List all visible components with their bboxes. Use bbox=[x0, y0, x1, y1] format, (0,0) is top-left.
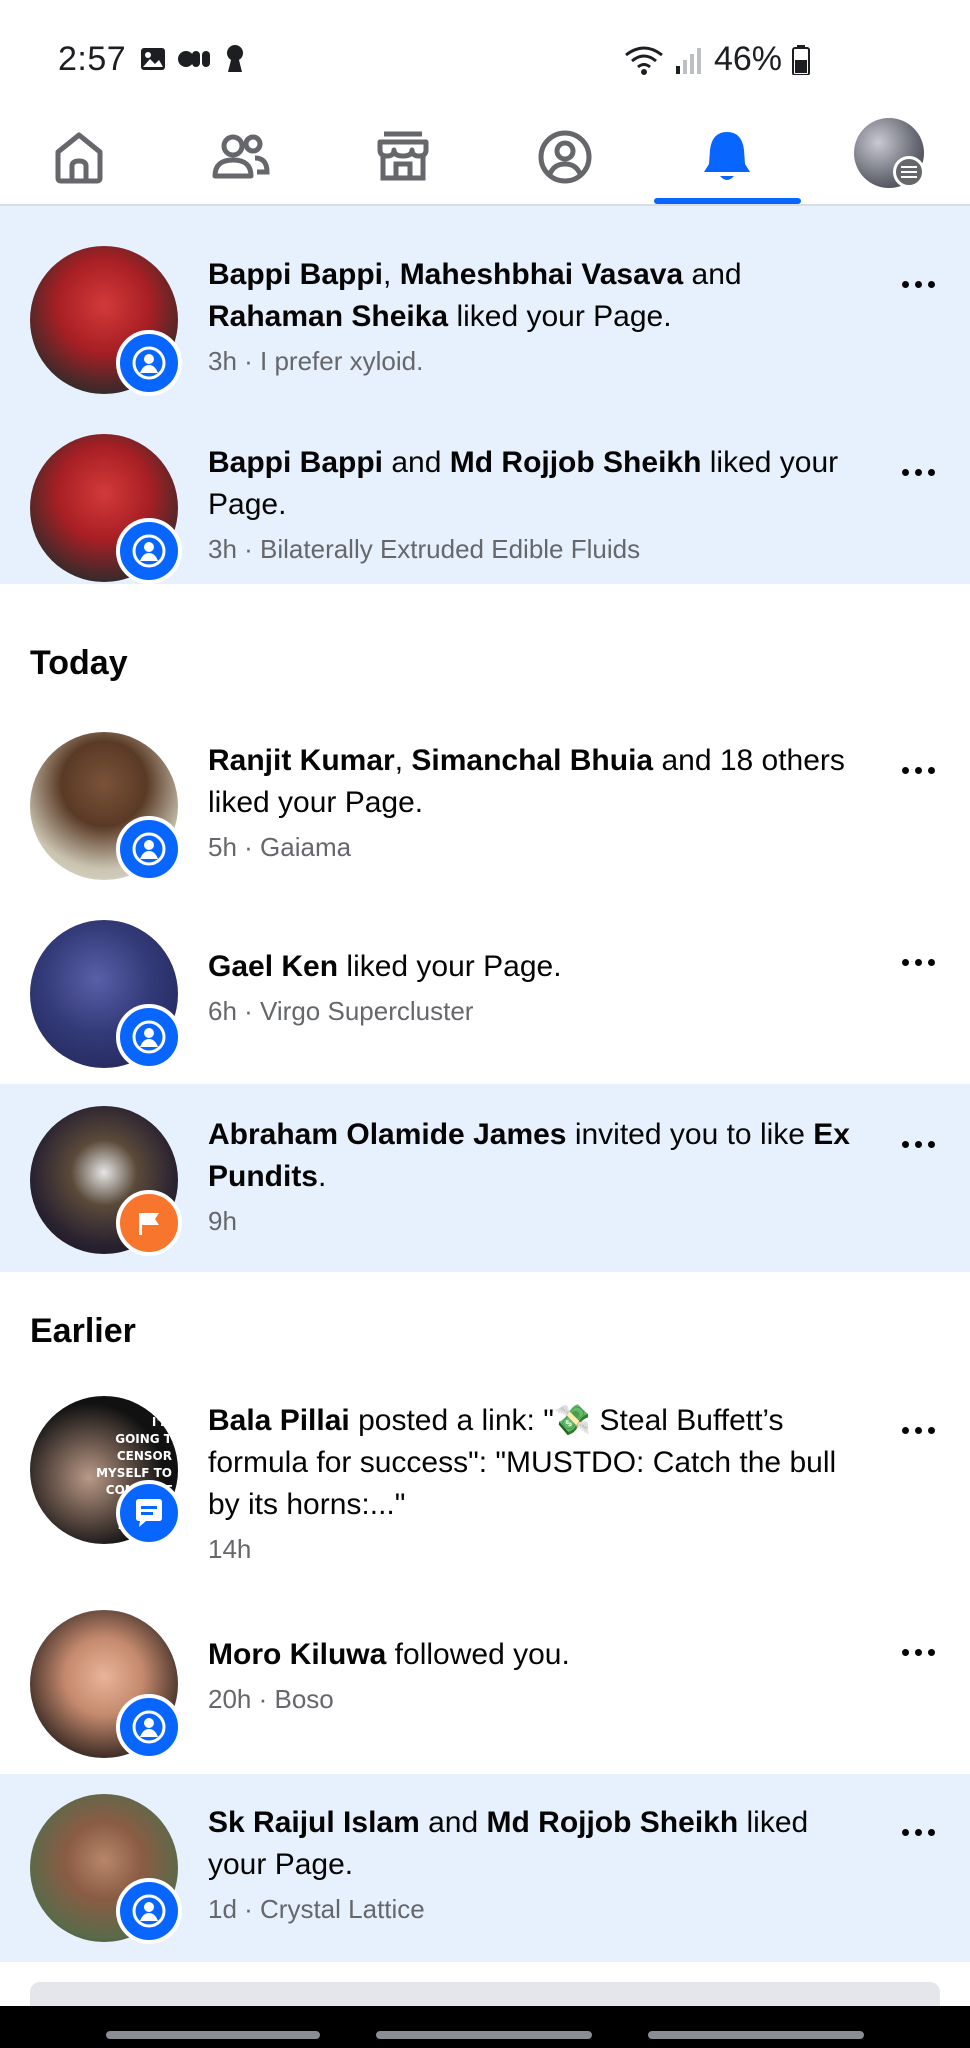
notification-text: Bappi Bappi, Maheshbhai Vasava and Raham… bbox=[208, 254, 868, 338]
home-icon bbox=[55, 132, 103, 184]
notification-meta: 3h · I prefer xyloid. bbox=[208, 346, 424, 376]
notification-text-fragment: and bbox=[419, 1806, 487, 1839]
wifi-icon bbox=[625, 46, 663, 75]
notification-actor-name: Md Rojjob Sheikh bbox=[486, 1806, 739, 1839]
more-options-button[interactable] bbox=[894, 452, 942, 492]
avatar-caption-line: GOING T bbox=[115, 1432, 172, 1446]
see-previous-button[interactable] bbox=[30, 1982, 940, 2006]
notification-actor-name: Bappi Bappi bbox=[208, 446, 384, 479]
store-icon bbox=[377, 131, 429, 181]
nav-marketplace[interactable] bbox=[330, 120, 476, 206]
notification-meta: 20h · Boso bbox=[208, 1684, 334, 1714]
notification-item[interactable]: Bappi Bappi, Maheshbhai Vasava and Raham… bbox=[0, 206, 970, 396]
media-icon bbox=[178, 51, 210, 67]
notifications-list: Bappi Bappi, Maheshbhai Vasava and Raham… bbox=[0, 206, 970, 2006]
notification-meta: 14h bbox=[208, 1534, 252, 1564]
notification-actor-name: Bappi Bappi bbox=[208, 258, 384, 291]
more-options-button[interactable] bbox=[894, 1632, 942, 1672]
page-icon bbox=[116, 330, 182, 396]
notification-meta: 9h bbox=[208, 1206, 237, 1236]
comment-icon bbox=[116, 1480, 182, 1546]
notification-item[interactable]: Bappi Bappi and Md Rojjob Sheikh liked y… bbox=[0, 396, 970, 584]
page-icon bbox=[116, 1878, 182, 1944]
notification-text-fragment: liked your Page. bbox=[338, 950, 562, 983]
nav-home[interactable] bbox=[6, 120, 152, 206]
keyhole-icon bbox=[227, 45, 243, 72]
notification-text-fragment: liked your Page. bbox=[448, 300, 672, 333]
notification-text: Bala Pillai posted a link: "💸 Steal Buff… bbox=[208, 1400, 868, 1526]
notification-actor-name: Md Rojjob Sheikh bbox=[449, 446, 702, 479]
gallery-icon bbox=[141, 48, 165, 70]
notification-item[interactable]: Abraham Olamide James invited you to lik… bbox=[0, 1084, 970, 1272]
notification-actor-name: Abraham Olamide James bbox=[208, 1118, 567, 1151]
friends-icon bbox=[212, 134, 270, 179]
notification-meta: 1d · Crystal Lattice bbox=[208, 1894, 425, 1924]
notification-text: Abraham Olamide James invited you to lik… bbox=[208, 1114, 868, 1198]
top-navigation bbox=[0, 112, 970, 206]
notification-item[interactable]: Ranjit Kumar, Simanchal Bhuia and 18 oth… bbox=[0, 718, 970, 906]
recents-button[interactable] bbox=[106, 2031, 320, 2039]
page-icon bbox=[116, 816, 182, 882]
active-tab-indicator bbox=[654, 198, 801, 204]
bell-icon bbox=[704, 132, 750, 180]
battery-icon bbox=[792, 44, 810, 75]
notification-text: Sk Raijul Islam and Md Rojjob Sheikh lik… bbox=[208, 1802, 868, 1886]
notification-actor-name: Rahaman Sheika bbox=[208, 300, 449, 333]
nav-notifications[interactable] bbox=[654, 120, 800, 206]
notification-meta: 3h · Bilaterally Extruded Edible Fluids bbox=[208, 534, 641, 564]
notification-meta: 6h · Virgo Supercluster bbox=[208, 996, 474, 1026]
nav-friends[interactable] bbox=[168, 120, 314, 206]
section-title-today: Today bbox=[30, 644, 128, 682]
notification-actor-name: Gael Ken bbox=[208, 950, 339, 983]
status-bar: 2:57 46% bbox=[0, 0, 970, 112]
more-options-button[interactable] bbox=[894, 750, 942, 790]
notification-text-fragment: invited you to like bbox=[566, 1118, 814, 1151]
avatar-caption-line: CENSOR bbox=[116, 1449, 172, 1463]
status-system-icons: 46% bbox=[624, 40, 810, 79]
notification-text: Moro Kiluwa followed you. bbox=[208, 1634, 868, 1676]
page-icon bbox=[116, 518, 182, 584]
page-icon bbox=[116, 1004, 182, 1070]
avatar-caption-line: MYSELF TO bbox=[96, 1466, 172, 1480]
menu-icon[interactable] bbox=[893, 156, 925, 188]
system-navigation-bar bbox=[0, 2006, 970, 2048]
notification-text: Gael Ken liked your Page. bbox=[208, 946, 868, 988]
home-gesture-button[interactable] bbox=[376, 2031, 592, 2039]
notification-item[interactable]: Gael Ken liked your Page. 6h · Virgo Sup… bbox=[0, 906, 970, 1084]
notification-actor-name: Sk Raijul Islam bbox=[208, 1806, 420, 1839]
notification-actor-name: Moro Kiluwa bbox=[208, 1638, 387, 1671]
notification-text-fragment: and bbox=[683, 258, 742, 291]
notification-item[interactable]: I'M GOING T CENSOR MYSELF TO COMFORT IGN… bbox=[0, 1386, 970, 1610]
flag-icon bbox=[116, 1190, 182, 1256]
notification-actor-name: Bala Pillai bbox=[208, 1404, 350, 1437]
status-notification-icons bbox=[140, 44, 246, 74]
avatar-caption-line: I'M bbox=[151, 1415, 172, 1429]
notification-text: Bappi Bappi and Md Rojjob Sheikh liked y… bbox=[208, 442, 868, 526]
notification-text-fragment: followed you. bbox=[386, 1638, 570, 1671]
profile-icon bbox=[538, 130, 592, 184]
notification-item[interactable]: Moro Kiluwa followed you. 20h · Boso bbox=[0, 1610, 970, 1778]
notification-text-fragment: and bbox=[383, 446, 450, 479]
notification-item[interactable]: Sk Raijul Islam and Md Rojjob Sheikh lik… bbox=[0, 1774, 970, 1962]
more-options-button[interactable] bbox=[894, 1410, 942, 1450]
more-options-button[interactable] bbox=[894, 264, 942, 304]
more-options-button[interactable] bbox=[894, 942, 942, 982]
more-options-button[interactable] bbox=[894, 1124, 942, 1164]
signal-icon bbox=[675, 47, 701, 74]
battery-percent: 46% bbox=[713, 40, 782, 78]
nav-profile[interactable] bbox=[492, 120, 638, 206]
section-title-earlier: Earlier bbox=[30, 1312, 136, 1350]
notification-text-fragment: , bbox=[394, 744, 412, 777]
notification-text-fragment: , bbox=[383, 258, 400, 291]
notification-actor-name: Simanchal Bhuia bbox=[411, 744, 654, 777]
more-options-button[interactable] bbox=[894, 1812, 942, 1852]
notification-text-fragment: . bbox=[318, 1160, 327, 1193]
status-time: 2:57 bbox=[58, 40, 127, 78]
notification-text: Ranjit Kumar, Simanchal Bhuia and 18 oth… bbox=[208, 740, 868, 824]
notification-actor-name: Ranjit Kumar bbox=[208, 744, 395, 777]
notification-meta: 5h · Gaiama bbox=[208, 832, 352, 862]
back-button[interactable] bbox=[648, 2031, 864, 2039]
notification-actor-name: Maheshbhai Vasava bbox=[399, 258, 684, 291]
page-icon bbox=[116, 1694, 182, 1760]
